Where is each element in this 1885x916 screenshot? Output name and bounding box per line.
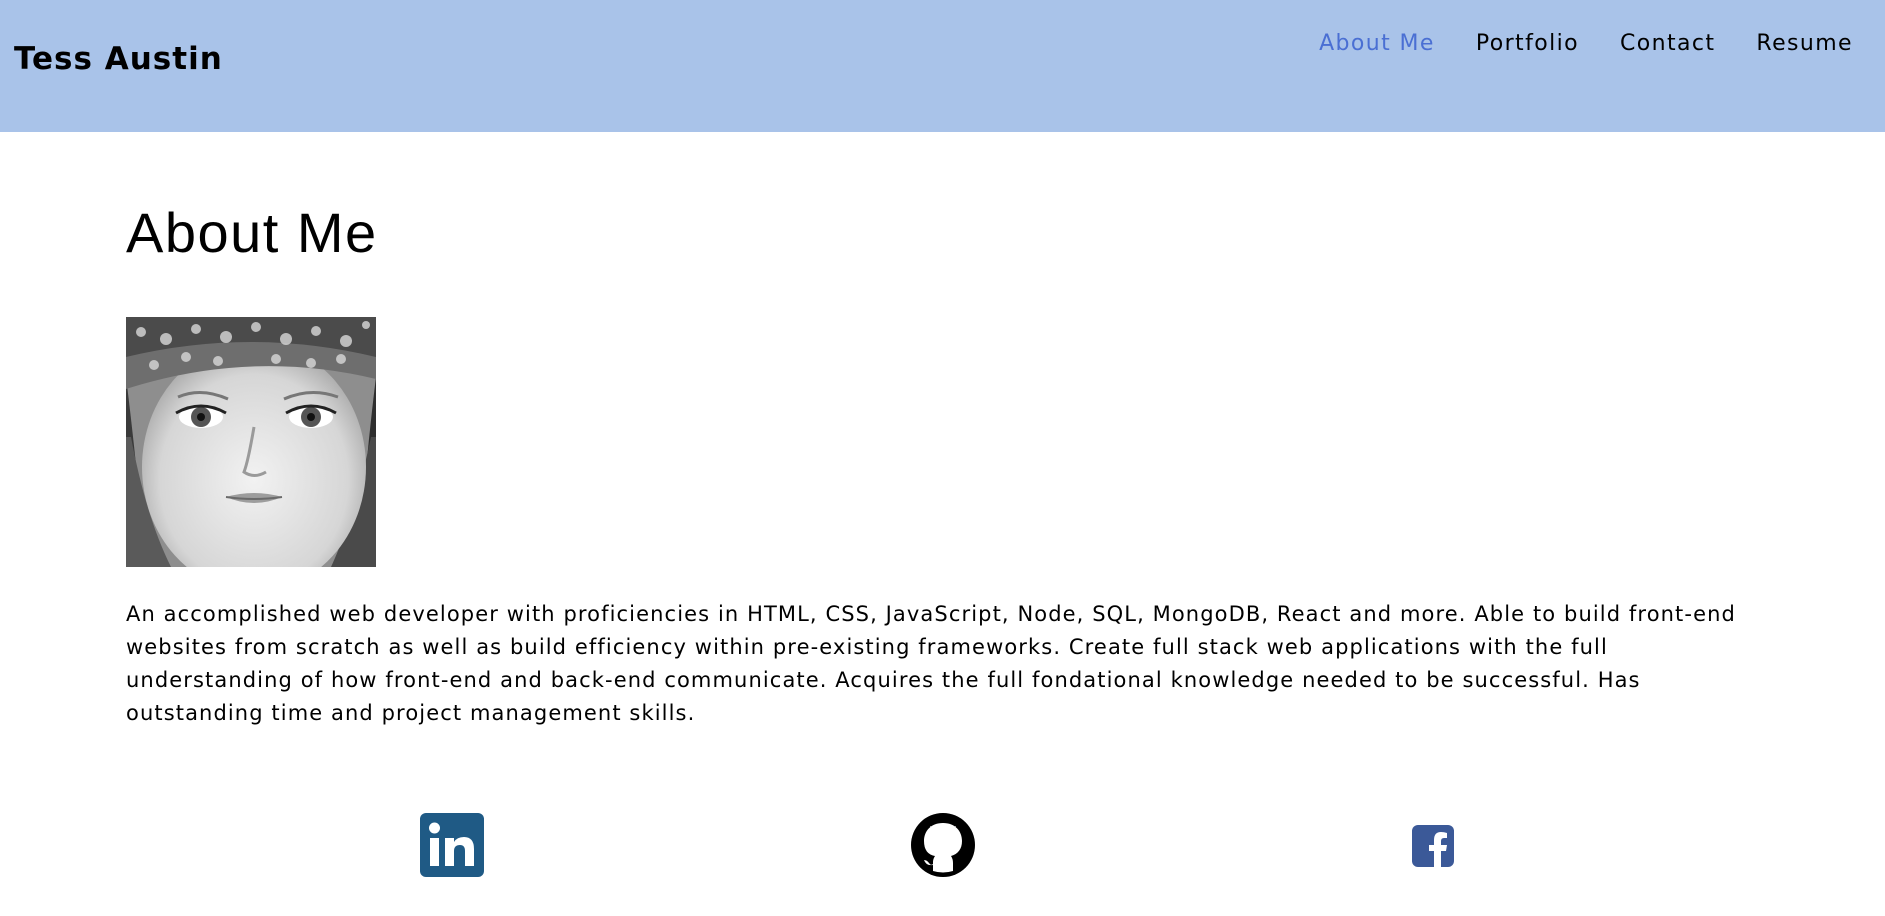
facebook-link[interactable]	[1412, 825, 1454, 867]
nav-portfolio[interactable]: Portfolio	[1476, 31, 1579, 56]
nav-contact[interactable]: Contact	[1620, 31, 1715, 56]
bio-text: An accomplished web developer with profi…	[126, 602, 1736, 725]
nav-about-me[interactable]: About Me	[1319, 31, 1435, 56]
linkedin-icon	[420, 813, 484, 877]
github-link[interactable]	[911, 813, 975, 877]
linkedin-link[interactable]	[420, 813, 484, 877]
nav-resume[interactable]: Resume	[1756, 31, 1853, 56]
facebook-icon	[1412, 825, 1454, 867]
github-icon	[911, 813, 975, 877]
profile-photo	[126, 317, 376, 567]
site-header: Tess Austin About Me Portfolio Contact R…	[0, 0, 1885, 132]
main-nav: About Me Portfolio Contact Resume	[1319, 31, 1853, 56]
site-brand[interactable]: Tess Austin	[14, 41, 223, 77]
page-title: About Me	[126, 201, 378, 264]
